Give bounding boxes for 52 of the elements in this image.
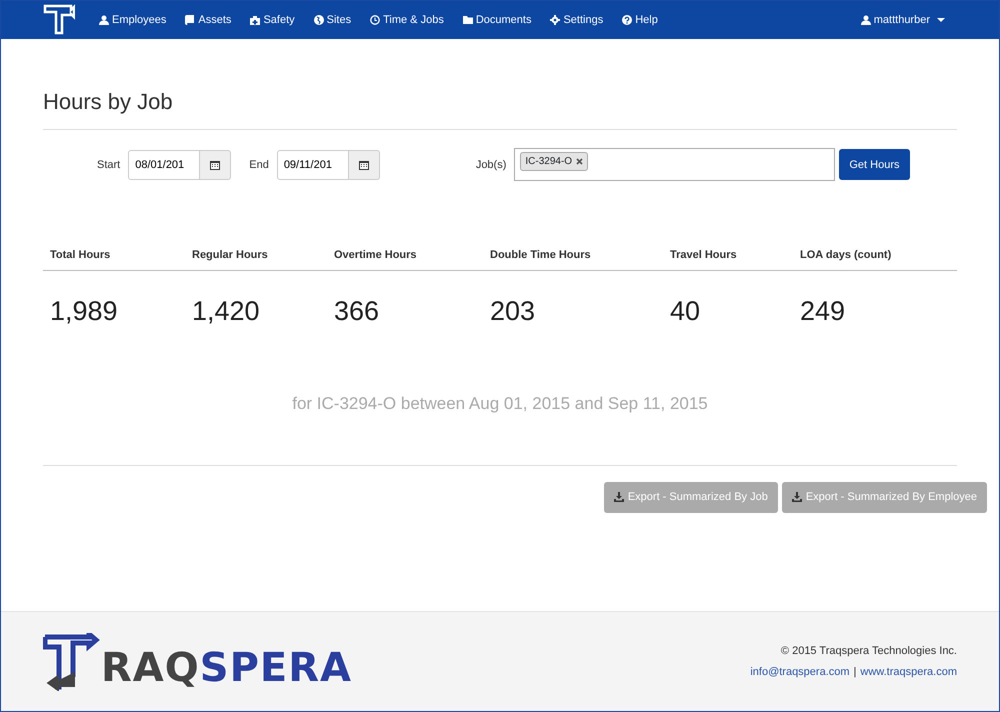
download-icon <box>614 492 624 502</box>
nav-link[interactable]: Sites <box>314 12 352 28</box>
stat-label: LOA days (count) <box>799 248 892 264</box>
stat-value: 1,989 <box>49 294 119 328</box>
stat-label: Travel Hours <box>669 248 738 264</box>
stat-label: Regular Hours <box>191 248 269 264</box>
calendar-icon <box>210 160 220 170</box>
stat-label: Total Hours <box>49 248 112 264</box>
stat-label: Double Time Hours <box>489 248 592 264</box>
logo-wordmark: RAQSPERA <box>101 648 352 688</box>
caret-icon <box>937 18 945 22</box>
date-label: Start <box>97 158 120 173</box>
website-link[interactable]: www.traqspera.com <box>860 666 957 678</box>
user-menu[interactable]: mattthurber <box>860 12 945 28</box>
stat-value: 249 <box>799 294 846 328</box>
help-icon <box>622 15 632 25</box>
stat-value: 1,420 <box>191 294 261 328</box>
nav-link[interactable]: Time & Jobs <box>370 12 444 28</box>
calendar-icon <box>358 160 369 170</box>
first-aid-kit-icon <box>250 15 260 25</box>
stat-value: 366 <box>333 294 380 328</box>
date-label: End <box>249 158 269 173</box>
stat-label: Overtime Hours <box>333 248 418 264</box>
separator-text: | <box>854 666 856 678</box>
folder-icon <box>462 15 473 25</box>
summary-text: for IC-3294-O between Aug 01, 2015 and Sep 11, 2015 <box>291 393 709 416</box>
jobs-label: Job(s) <box>476 158 506 173</box>
calendar-button[interactable] <box>348 150 380 180</box>
nav-link[interactable]: Employees <box>99 12 166 28</box>
remove-icon[interactable] <box>576 158 584 166</box>
person-icon <box>860 15 871 25</box>
person-icon <box>99 15 109 25</box>
page-title: Hours by Job <box>43 89 174 116</box>
download-icon <box>792 492 802 502</box>
nav-link[interactable]: Assets <box>185 12 232 28</box>
nav-link[interactable]: Safety <box>250 12 295 28</box>
nav-link[interactable]: Help <box>622 12 658 28</box>
date-input[interactable]: 08/01/201 <box>128 150 200 180</box>
date-input[interactable]: 09/11/201 <box>276 150 349 180</box>
stat-value: 40 <box>669 294 702 328</box>
get-hours-button[interactable]: Get Hours <box>839 149 910 180</box>
calendar-button[interactable] <box>200 150 232 180</box>
logo-icon[interactable] <box>43 4 75 36</box>
email-link[interactable]: info@traqspera.com <box>750 666 850 678</box>
nav-link[interactable]: Settings <box>550 12 604 28</box>
nav-link[interactable]: Documents <box>462 12 532 28</box>
stat-value: 203 <box>489 294 536 328</box>
clock-icon <box>370 15 380 25</box>
logo-icon <box>43 632 101 690</box>
jobs-field[interactable]: IC-3294-O <box>514 148 836 182</box>
copyright-text: © 2015 Traqspera Technologies Inc. <box>780 644 957 659</box>
job-tag[interactable]: IC-3294-O <box>520 152 588 172</box>
